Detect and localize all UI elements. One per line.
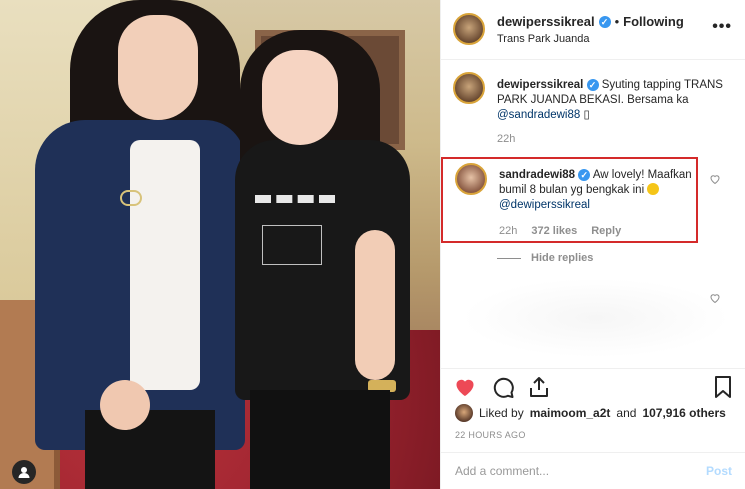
comment-icon[interactable] [491,375,515,399]
likes-others[interactable]: 107,916 others [642,406,725,420]
verified-icon: ✓ [598,15,611,28]
bookmark-icon[interactable] [711,375,735,399]
verified-icon: ✓ [586,79,599,91]
verified-icon: ✓ [578,169,591,181]
reply-avatar[interactable] [455,163,487,195]
post-location[interactable]: Trans Park Juanda [497,33,590,45]
likes-summary: Liked by maimoom_a2t and 107,916 others [455,404,726,422]
caption-time: 22h [497,133,516,145]
person-left-hand [100,380,150,430]
author-avatar[interactable] [453,13,485,45]
person-left-shirt [130,140,200,390]
user-tag-icon[interactable] [12,460,36,484]
person-left-legs [85,410,215,489]
emoji-icon [647,183,660,195]
shirt-print-box [262,225,322,265]
reply-meta: 22h 372 likes Reply [499,225,621,237]
like-comment-heart-icon[interactable] [709,291,721,304]
person-left-face [118,15,198,120]
reply-username[interactable]: sandradewi88 [499,169,575,181]
more-options-icon[interactable]: ••• [712,18,732,36]
person-right-arm [355,230,395,380]
likes-and: and [616,406,637,420]
replies-line [497,257,521,259]
reply-mention[interactable]: @dewiperssikreal [499,199,590,211]
like-reply-heart-icon[interactable] [709,172,721,185]
caption-avatar[interactable] [453,72,485,104]
action-bar [441,368,745,404]
reply-time: 22h [499,225,518,237]
instagram-post: dewiperssikreal ✓ • Following Trans Park… [0,0,745,489]
brooch [120,190,142,206]
post-photo[interactable] [0,0,440,489]
liker-username[interactable]: maimoom_a2t [530,406,611,420]
caption-mention[interactable]: @sandradewi88 [497,109,580,121]
following-button[interactable]: Following [623,14,684,29]
author-username[interactable]: dewiperssikreal [497,14,595,29]
hide-replies-toggle[interactable]: Hide replies [497,252,593,264]
post-timestamp[interactable]: 22 HOURS AGO [455,430,526,440]
likes-prefix: Liked by [479,406,524,420]
post-button[interactable]: Post [706,464,732,478]
reply-text: sandradewi88 ✓ Aw lovely! Maafkan bumil … [499,168,694,213]
caption-username[interactable]: dewiperssikreal [497,79,583,91]
share-icon[interactable] [527,375,551,399]
person-right-face [262,50,338,145]
highlighted-reply: sandradewi88 ✓ Aw lovely! Maafkan bumil … [441,157,698,243]
comment-bar: Post [441,452,745,489]
liker-avatar[interactable] [455,404,473,422]
hide-replies-label: Hide replies [531,252,594,264]
reply-likes[interactable]: 372 likes [531,225,577,237]
separator-dot: • [614,14,620,29]
blurred-comments [461,278,731,358]
person-right-legs [250,390,390,489]
post-header: dewiperssikreal ✓ • Following Trans Park… [441,0,745,60]
heart-icon[interactable] [453,375,477,399]
header-user-row: dewiperssikreal ✓ • Following [497,14,684,29]
add-comment-input[interactable] [455,464,675,478]
caption-trailing: ▯ [583,109,590,121]
reply-button[interactable]: Reply [591,225,621,237]
caption-text: dewiperssikreal ✓ Syuting tapping TRANS … [497,78,732,123]
post-side-panel: dewiperssikreal ✓ • Following Trans Park… [440,0,745,489]
